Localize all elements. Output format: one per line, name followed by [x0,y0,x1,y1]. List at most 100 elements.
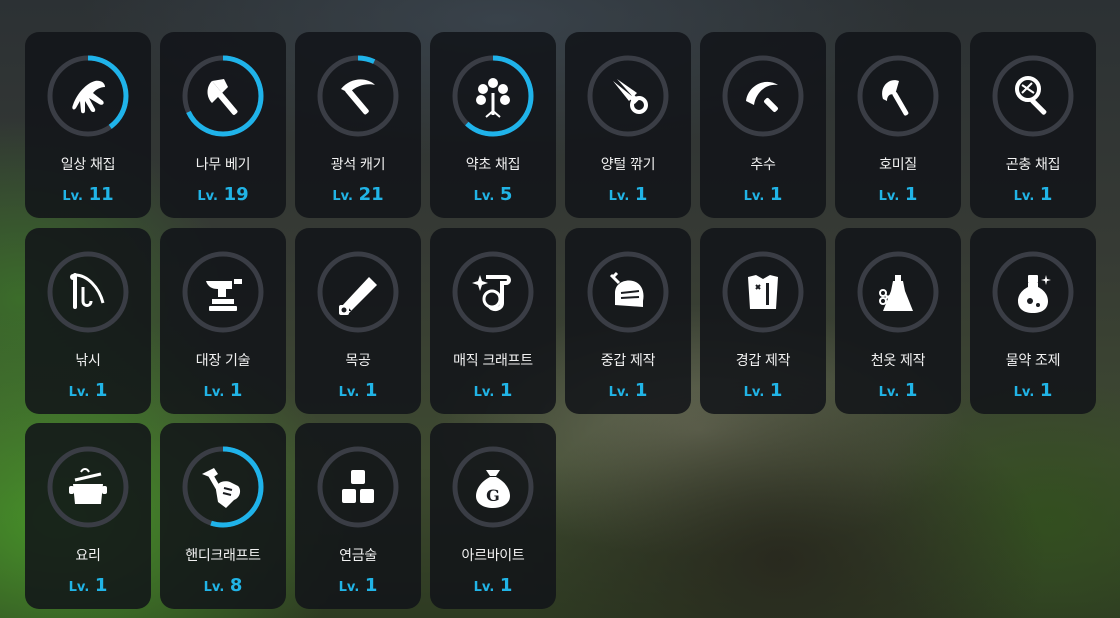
level-value: 8 [229,575,243,596]
skill-card[interactable]: 일상 채집 Lv. 11 [25,32,151,218]
level-value: 1 [769,379,783,401]
level-value: 1 [229,379,243,401]
skill-name: 중갑 제작 [600,352,656,369]
level-prefix: Lv. [608,384,630,400]
level-prefix: Lv. [62,189,83,204]
knight-helmet-icon [603,267,653,317]
level-prefix: Lv. [332,189,353,204]
skill-card[interactable]: 연금술 Lv. 1 [295,423,421,609]
skill-name: 일상 채집 [60,157,116,173]
money-bag-icon: G [468,462,518,512]
level-value: 1 [364,379,378,401]
skill-name: 요리 [75,548,101,564]
level-prefix: Lv. [197,189,218,204]
skill-level: Lv. 1 [700,380,826,401]
leather-armor-icon [738,267,788,317]
anvil-icon [198,267,248,317]
level-value: 1 [499,379,513,401]
herb-icon [468,71,518,121]
level-value: 5 [499,184,513,205]
skill-name: 목공 [345,352,371,369]
skill-level: Lv. 1 [835,184,961,205]
level-value: 21 [358,184,384,205]
skill-name: 천옷 제작 [870,352,926,369]
skill-card[interactable]: 목공 Lv. 1 [295,227,421,414]
alchemy-blocks-icon [333,462,383,512]
cooking-pot-icon [63,462,113,512]
pickaxe-icon [333,71,383,121]
skill-name: 연금술 [339,548,377,564]
skill-card[interactable]: 중갑 제작 Lv. 1 [565,227,691,414]
skill-level: Lv. 1 [295,575,421,596]
level-prefix: Lv. [68,580,90,595]
skill-name: 약초 채집 [465,157,521,173]
fishing-rod-icon [63,267,113,317]
skill-name: 양털 깎기 [600,157,656,173]
skill-card[interactable]: 추수 Lv. 1 [700,32,826,218]
skill-level: Lv. 11 [25,184,151,205]
svg-text:G: G [486,486,500,505]
skill-card[interactable]: 양털 깎기 Lv. 1 [565,32,691,218]
level-prefix: Lv. [608,189,630,204]
dress-icon [873,267,923,317]
level-value: 1 [94,379,108,401]
level-prefix: Lv. [1013,189,1035,204]
magic-scroll-icon [468,267,518,317]
level-value: 1 [94,575,108,596]
skill-name: 경갑 제작 [735,352,791,369]
bug-net-icon [1008,71,1058,121]
skill-name: 곤충 채집 [1005,157,1061,173]
skill-name: 매직 크래프트 [453,352,533,369]
saw-icon [333,267,383,317]
skill-grid: 일상 채집 Lv. 11 나무 베기 Lv. 19 광석 캐기 Lv. 21 약초 채집 Lv… [0,0,1120,618]
level-value: 1 [904,184,918,205]
skill-level: Lv. 1 [430,380,556,401]
skill-level: Lv. 21 [295,184,421,205]
skill-name: 호미질 [879,157,917,173]
skill-name: 물약 조제 [1005,352,1061,369]
skill-name: 핸디크래프트 [185,548,261,564]
skill-level: Lv. 1 [970,184,1096,205]
skill-name: 추수 [750,157,776,173]
skill-level: Lv. 1 [565,380,691,401]
level-prefix: Lv. [203,384,225,400]
skill-card[interactable]: 광석 캐기 Lv. 21 [295,32,421,218]
skill-name: 대장 기술 [195,352,251,369]
level-value: 1 [499,575,513,596]
level-prefix: Lv. [203,580,225,595]
skill-card[interactable]: 경갑 제작 Lv. 1 [700,227,826,414]
skill-name: 광석 캐기 [330,157,386,173]
skill-name: 아르바이트 [461,548,525,564]
skill-card[interactable]: 약초 채집 Lv. 5 [430,32,556,218]
skill-level: Lv. 1 [700,184,826,205]
skill-card[interactable]: 물약 조제 Lv. 1 [970,227,1096,414]
skill-card[interactable]: 요리 Lv. 1 [25,423,151,609]
skill-card[interactable]: 핸디크래프트 Lv. 8 [160,423,286,609]
level-value: 11 [88,184,114,205]
skill-level: Lv. 5 [430,184,556,205]
level-prefix: Lv. [473,580,495,595]
skill-card[interactable]: 곤충 채집 Lv. 1 [970,32,1096,218]
skill-card[interactable]: 나무 베기 Lv. 19 [160,32,286,218]
level-value: 19 [223,184,249,205]
level-prefix: Lv. [743,384,765,400]
glove-hand-icon [63,71,113,121]
skill-level: Lv. 8 [160,575,286,596]
level-value: 1 [769,184,783,205]
skill-level: Lv. 1 [970,380,1096,401]
level-prefix: Lv. [878,189,900,204]
skill-card[interactable]: 천옷 제작 Lv. 1 [835,227,961,414]
skill-card[interactable]: 호미질 Lv. 1 [835,32,961,218]
skill-level: Lv. 1 [430,575,556,596]
skill-card[interactable]: 낚시 Lv. 1 [25,227,151,414]
level-prefix: Lv. [473,384,495,400]
level-value: 1 [364,575,378,596]
shears-icon [603,71,653,121]
level-prefix: Lv. [338,384,360,400]
hoe-icon [873,71,923,121]
level-prefix: Lv. [68,384,90,400]
skill-card[interactable]: 매직 크래프트 Lv. 1 [430,227,556,414]
skill-card[interactable]: 대장 기술 Lv. 1 [160,227,286,414]
skill-card[interactable]: G 아르바이트 Lv. 1 [430,423,556,609]
level-value: 1 [634,184,648,205]
